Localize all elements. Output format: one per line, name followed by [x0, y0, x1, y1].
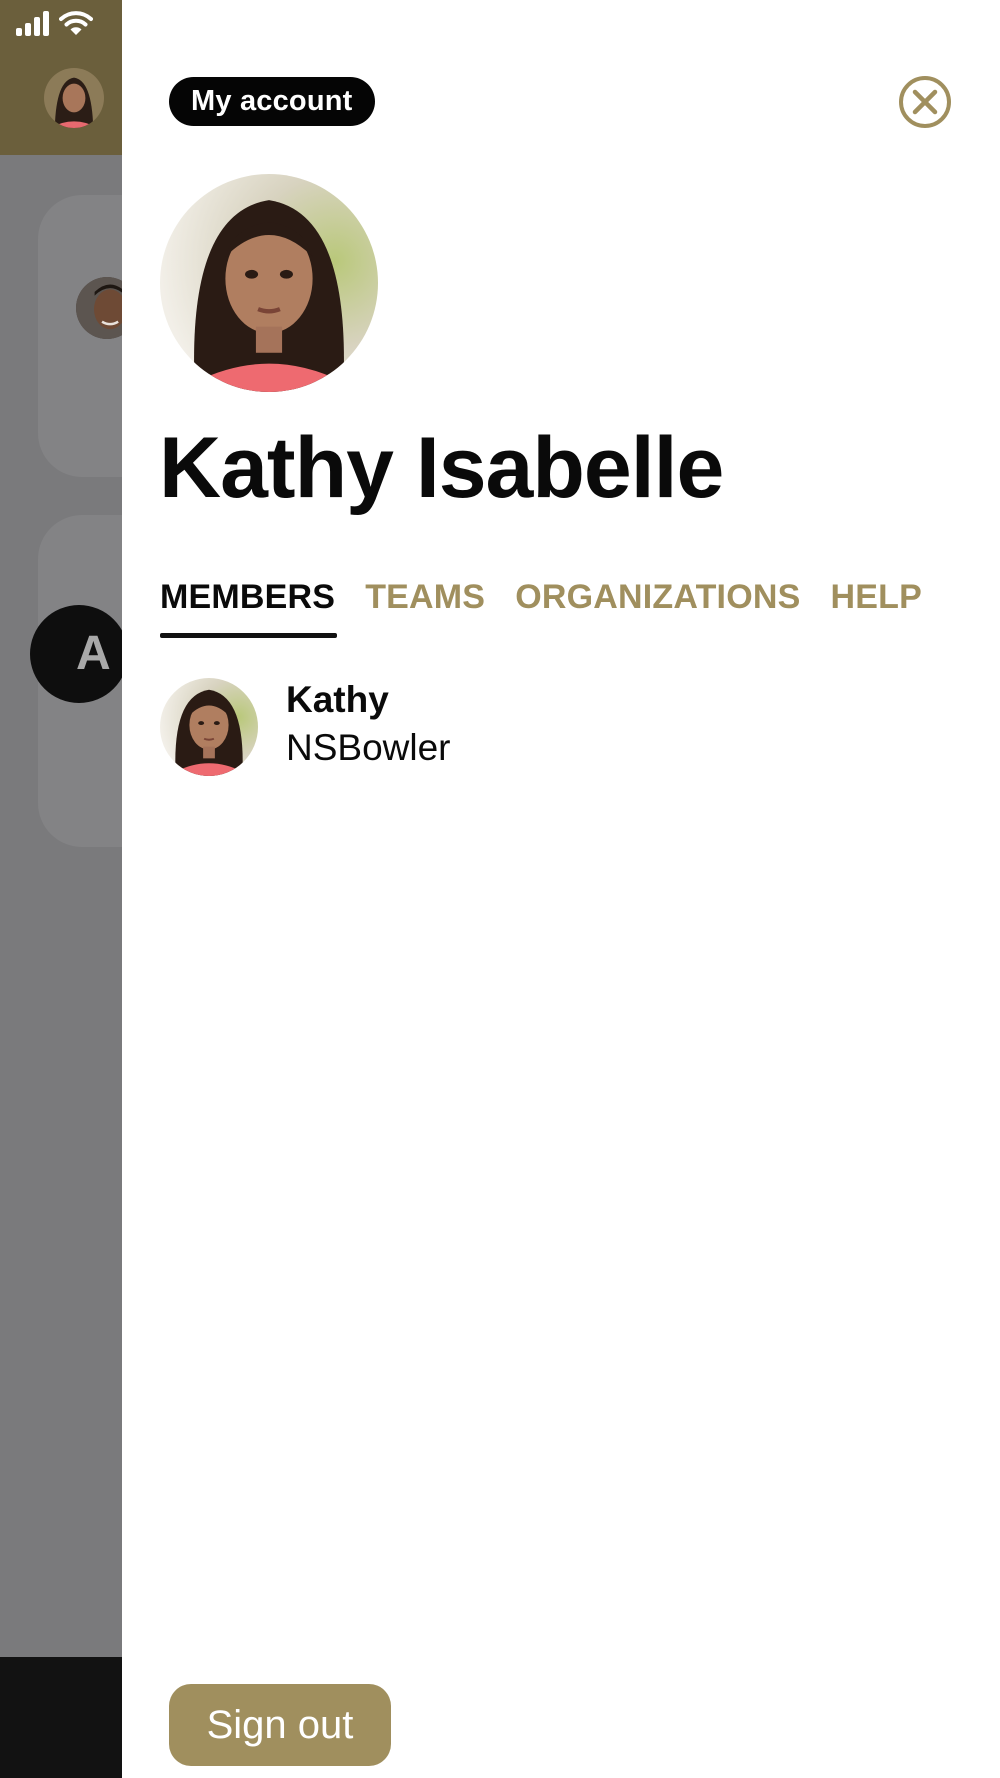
profile-avatar[interactable] [160, 174, 378, 392]
app-content: A [0, 155, 122, 1657]
feed-card[interactable] [38, 195, 122, 477]
wifi-icon [59, 10, 93, 36]
tab-organizations[interactable]: ORGANIZATIONS [515, 573, 800, 635]
member-username: NSBowler [286, 727, 451, 768]
member-avatar [160, 678, 258, 776]
close-button[interactable] [898, 75, 952, 129]
card-avatar [76, 277, 122, 339]
app-header [0, 0, 122, 155]
cellular-signal-icon [16, 10, 49, 36]
close-circle-icon [899, 76, 951, 128]
member-name: Kathy [286, 679, 389, 720]
member-list-item[interactable]: Kathy NSBowler [160, 676, 920, 776]
account-tabs: MEMBERS TEAMS ORGANIZATIONS HELP [160, 573, 922, 638]
tab-help[interactable]: HELP [830, 573, 921, 635]
background-app: A [0, 0, 122, 1778]
bottom-tab-bar [0, 1657, 122, 1778]
my-account-badge: My account [169, 77, 375, 126]
tab-teams[interactable]: TEAMS [365, 573, 485, 635]
status-bar [16, 10, 93, 36]
account-drawer: My account Kathy Isabelle MEMBERS TEAMS … [122, 0, 1000, 1778]
profile-name: Kathy Isabelle [159, 420, 724, 516]
letter-avatar: A [30, 605, 122, 703]
header-avatar[interactable] [44, 68, 104, 128]
tab-members[interactable]: MEMBERS [160, 573, 338, 638]
sign-out-button[interactable]: Sign out [169, 1684, 391, 1766]
